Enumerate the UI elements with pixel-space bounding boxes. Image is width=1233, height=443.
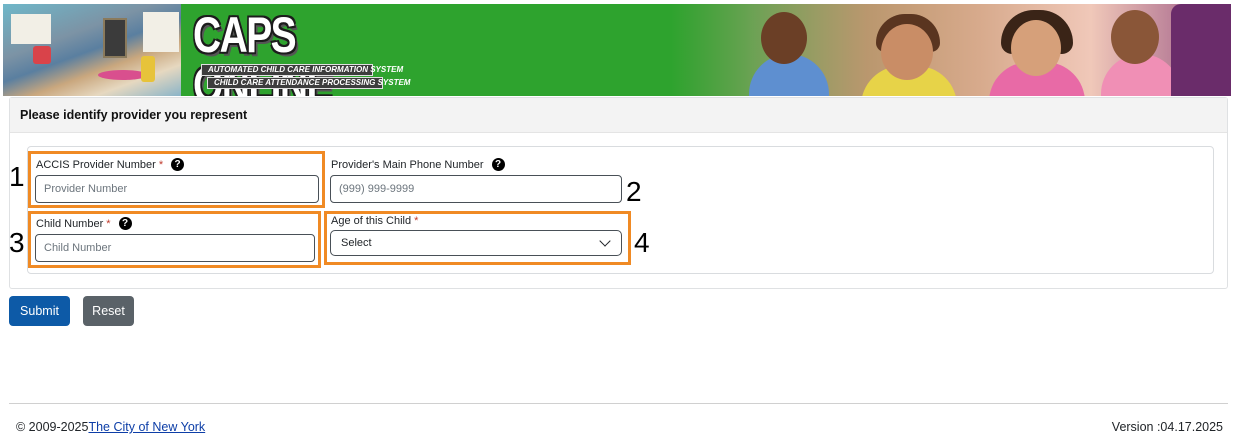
copyright-text: © 2009-2025 [16, 420, 89, 434]
provider-number-input[interactable] [35, 175, 319, 203]
footer-divider [9, 403, 1228, 404]
annotation-1: 1 [9, 161, 25, 192]
reset-button[interactable]: Reset [83, 296, 134, 326]
caps-online-logo: CAPS ONLINE AUTOMATED CHILD CARE INFORMA… [193, 10, 410, 96]
annotation-4: 4 [634, 227, 650, 258]
child-age-label: Age of this Child * [331, 215, 418, 227]
form-header: Please identify provider you represent [10, 98, 1227, 133]
city-link[interactable]: The City of New York [88, 420, 205, 434]
child-number-input[interactable] [35, 234, 315, 262]
child-number-label: Child Number * ? [36, 217, 132, 230]
phone-label: Provider's Main Phone Number ? [331, 158, 505, 171]
required-asterisk: * [414, 215, 419, 227]
required-asterisk: * [106, 217, 111, 230]
footer-copyright: © 2009-2025The City of New York [16, 420, 205, 434]
child-number-label-text: Child Number [36, 217, 104, 230]
logo-subtitle-2: CHILD CARE ATTENDANCE PROCESSING SYSTEM [207, 77, 410, 89]
child-age-selected-value: Select [341, 237, 372, 249]
phone-input[interactable] [330, 175, 622, 203]
chevron-down-icon [599, 235, 611, 247]
provider-number-label: ACCIS Provider Number * ? [36, 158, 185, 171]
logo-subtitle-1: AUTOMATED CHILD CARE INFORMATION SYSTEM [201, 64, 403, 76]
child-age-select[interactable]: Select [330, 230, 622, 256]
help-icon[interactable]: ? [491, 158, 505, 171]
help-icon[interactable]: ? [118, 217, 132, 230]
annotation-2: 2 [626, 176, 642, 207]
help-icon[interactable]: ? [171, 158, 185, 171]
classroom-photo [3, 4, 181, 96]
required-asterisk: * [158, 158, 164, 171]
submit-button[interactable]: Submit [9, 296, 70, 326]
provider-number-label-text: ACCIS Provider Number [36, 158, 156, 171]
version-text: Version :04.17.2025 [1111, 420, 1223, 434]
phone-label-text: Provider's Main Phone Number [331, 158, 484, 171]
annotation-3: 3 [9, 227, 25, 258]
children-photo [671, 4, 1231, 96]
child-age-label-text: Age of this Child [331, 215, 412, 227]
header-banner: CAPS ONLINE AUTOMATED CHILD CARE INFORMA… [3, 4, 1231, 96]
